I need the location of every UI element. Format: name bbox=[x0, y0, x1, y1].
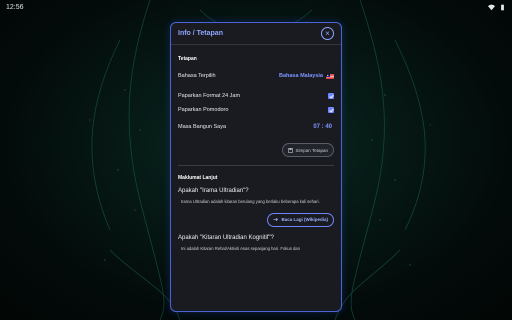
question-ultradian-rhythm: Apakah "Irama Ultradian"? bbox=[178, 188, 249, 194]
divider bbox=[178, 165, 334, 166]
dialog-header: Info / Tetapan × bbox=[171, 23, 341, 45]
save-settings-button[interactable]: Simpan Tetapan bbox=[281, 143, 334, 157]
close-button[interactable]: × bbox=[321, 27, 334, 40]
save-settings-label: Simpan Tetapan bbox=[295, 147, 328, 153]
status-time: 12:56 bbox=[6, 3, 24, 11]
save-icon bbox=[287, 147, 293, 153]
more-info-section-label: Maklumat Lanjut bbox=[178, 175, 218, 181]
format-24h-checkbox[interactable] bbox=[328, 93, 334, 99]
settings-section-label: Tetapan bbox=[178, 56, 197, 62]
wifi-icon bbox=[488, 4, 495, 10]
read-more-label: Baca Lagi (Wikipedia) bbox=[281, 217, 328, 222]
wake-time-value[interactable]: 07 : 40 bbox=[313, 124, 332, 130]
pomodoro-row[interactable]: Paparkan Pomodoro bbox=[178, 106, 334, 114]
answer-ultradian-rhythm: Irama Ultradian adalah kitaran berulang … bbox=[181, 199, 320, 204]
pomodoro-checkbox[interactable] bbox=[328, 107, 334, 113]
battery-icon bbox=[501, 4, 504, 10]
status-bar: 12:56 bbox=[0, 0, 512, 14]
dialog-title: Info / Tetapan bbox=[178, 30, 223, 37]
close-icon: × bbox=[325, 28, 330, 38]
answer-cognitive-cycle: Ini adalah Kitaran Rehat/Aktiviti Asas s… bbox=[181, 245, 300, 251]
language-row[interactable]: Bahasa Terpilih Bahasa Malaysia bbox=[178, 72, 334, 80]
malaysia-flag-icon bbox=[326, 73, 334, 79]
format-24h-row[interactable]: Paparkan Format 24 Jam bbox=[178, 92, 334, 100]
question-cognitive-cycle: Apakah "Kitaran Ultradian Kognitif"? bbox=[178, 234, 274, 241]
external-link-icon bbox=[273, 217, 278, 222]
wake-time-row[interactable]: Masa Bangun Saya 07 : 40 bbox=[178, 123, 334, 131]
pomodoro-label: Paparkan Pomodoro bbox=[178, 107, 229, 113]
check-icon bbox=[328, 108, 334, 112]
format-24h-label: Paparkan Format 24 Jam bbox=[178, 93, 241, 99]
read-more-wikipedia-button[interactable]: Baca Lagi (Wikipedia) bbox=[266, 212, 334, 227]
wake-time-label: Masa Bangun Saya bbox=[178, 124, 227, 130]
language-select[interactable]: Bahasa Malaysia bbox=[279, 73, 334, 79]
check-icon bbox=[328, 94, 334, 98]
language-label: Bahasa Terpilih bbox=[178, 73, 216, 79]
settings-dialog: Info / Tetapan × Tetapan Bahasa Terpilih… bbox=[170, 22, 342, 312]
language-value: Bahasa Malaysia bbox=[278, 73, 323, 79]
